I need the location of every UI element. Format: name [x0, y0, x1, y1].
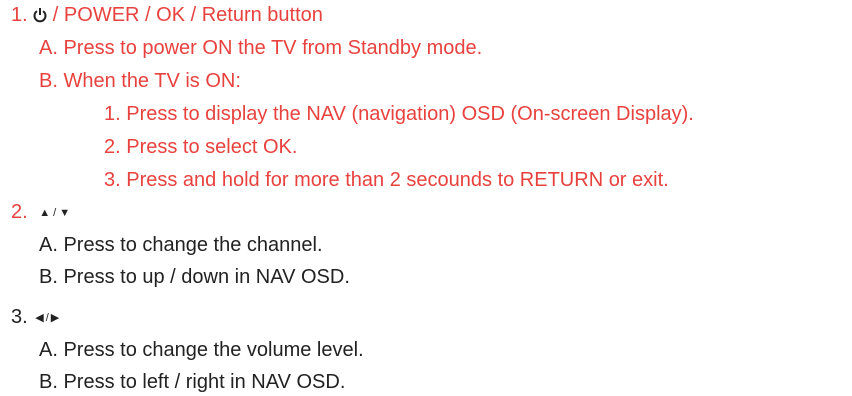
down-arrow-icon: ▼ — [59, 207, 71, 219]
item2-number: 2. — [11, 201, 28, 223]
item1-title: / POWER / OK / Return button — [47, 4, 323, 26]
item2-option-a: A. Press to change the channel. — [39, 234, 323, 256]
item2-heading: 2. ▲ / ▼ — [11, 200, 70, 225]
item1-option-a: A. Press to power ON the TV from Standby… — [39, 37, 483, 59]
item1-sub-3: 3. Press and hold for more than 2 secoun… — [104, 169, 669, 191]
right-arrow-icon: ▶ — [50, 312, 60, 324]
up-arrow-icon: ▲ — [39, 207, 51, 219]
item1-sub-2: 2. Press to select OK. — [104, 136, 298, 158]
item3-heading: 3. ◀ / ▶ — [11, 305, 59, 330]
item3-option-b: B. Press to left / right in NAV OSD. — [39, 371, 346, 393]
item1-number: 1. — [11, 4, 28, 26]
item1-heading: 1. / POWER / OK / Return button — [11, 3, 323, 27]
item3-number: 3. — [11, 306, 28, 328]
item3-option-a: A. Press to change the volume level. — [39, 339, 364, 361]
item2-slash: / — [53, 207, 57, 219]
left-arrow-icon: ◀ — [35, 312, 44, 324]
item2-option-b: B. Press to up / down in NAV OSD. — [39, 266, 350, 288]
item1-option-b: B. When the TV is ON: — [39, 70, 241, 92]
item1-sub-1: 1. Press to display the NAV (navigation)… — [104, 103, 694, 125]
item3-slash: / — [45, 312, 49, 324]
power-icon — [33, 8, 47, 23]
